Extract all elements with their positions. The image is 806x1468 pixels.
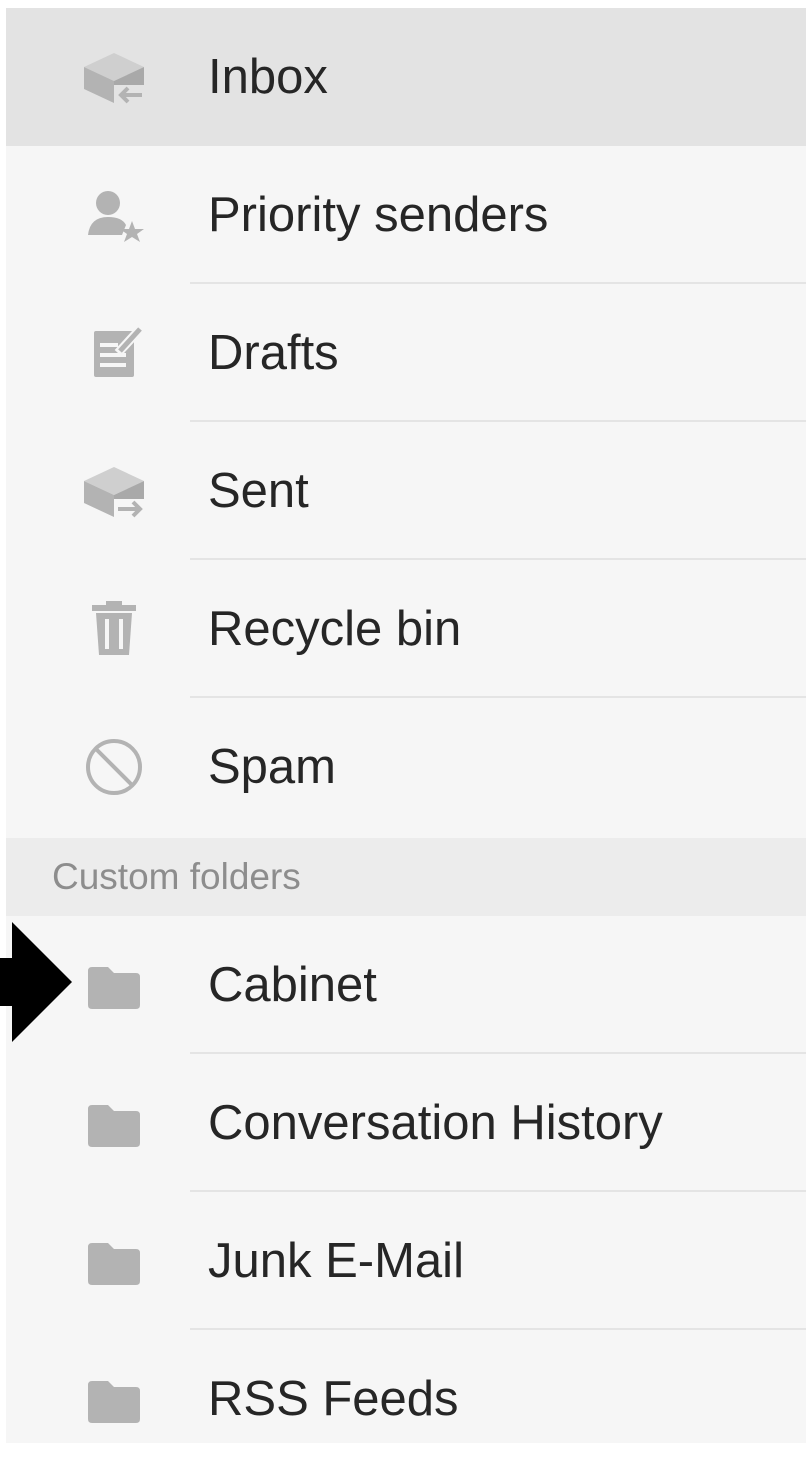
folder-item-label: Inbox [208, 50, 328, 104]
folder-icon [82, 955, 146, 1015]
folder-icon [82, 1369, 146, 1429]
folder-item-spam[interactable]: Spam [6, 698, 806, 836]
drafts-icon [82, 323, 146, 383]
folder-item-label: Conversation History [208, 1096, 663, 1150]
folder-item-sent[interactable]: Sent [6, 422, 806, 560]
arrow-right-icon [0, 922, 72, 1042]
priority-senders-icon [82, 185, 146, 245]
folder-item-conversation-history[interactable]: Conversation History [6, 1054, 806, 1192]
folder-item-priority-senders[interactable]: Priority senders [6, 146, 806, 284]
inbox-icon [82, 47, 146, 107]
folder-item-label: Spam [208, 740, 337, 794]
folder-item-label: Priority senders [208, 188, 549, 242]
custom-folders-header: Custom folders [6, 838, 806, 916]
folder-item-label: Cabinet [208, 958, 377, 1012]
folder-item-recycle-bin[interactable]: Recycle bin [6, 560, 806, 698]
folder-item-label: Sent [208, 464, 309, 518]
trash-icon [82, 599, 146, 659]
folder-item-rss-feeds[interactable]: RSS Feeds [6, 1330, 806, 1468]
folder-item-junk-email[interactable]: Junk E-Mail [6, 1192, 806, 1330]
section-header-label: Custom folders [52, 856, 301, 897]
folder-item-label: Recycle bin [208, 602, 462, 656]
spam-icon [82, 737, 146, 797]
folder-icon [82, 1231, 146, 1291]
folder-item-label: Drafts [208, 326, 339, 380]
folder-item-inbox[interactable]: Inbox [6, 8, 806, 146]
folder-drawer: Inbox Priority senders Drafts Sent Recyc… [6, 8, 806, 1443]
folder-item-drafts[interactable]: Drafts [6, 284, 806, 422]
folder-icon [82, 1093, 146, 1153]
folder-item-cabinet[interactable]: Cabinet [6, 916, 806, 1054]
folder-item-label: RSS Feeds [208, 1372, 459, 1426]
sent-icon [82, 461, 146, 521]
folder-item-label: Junk E-Mail [208, 1234, 464, 1288]
